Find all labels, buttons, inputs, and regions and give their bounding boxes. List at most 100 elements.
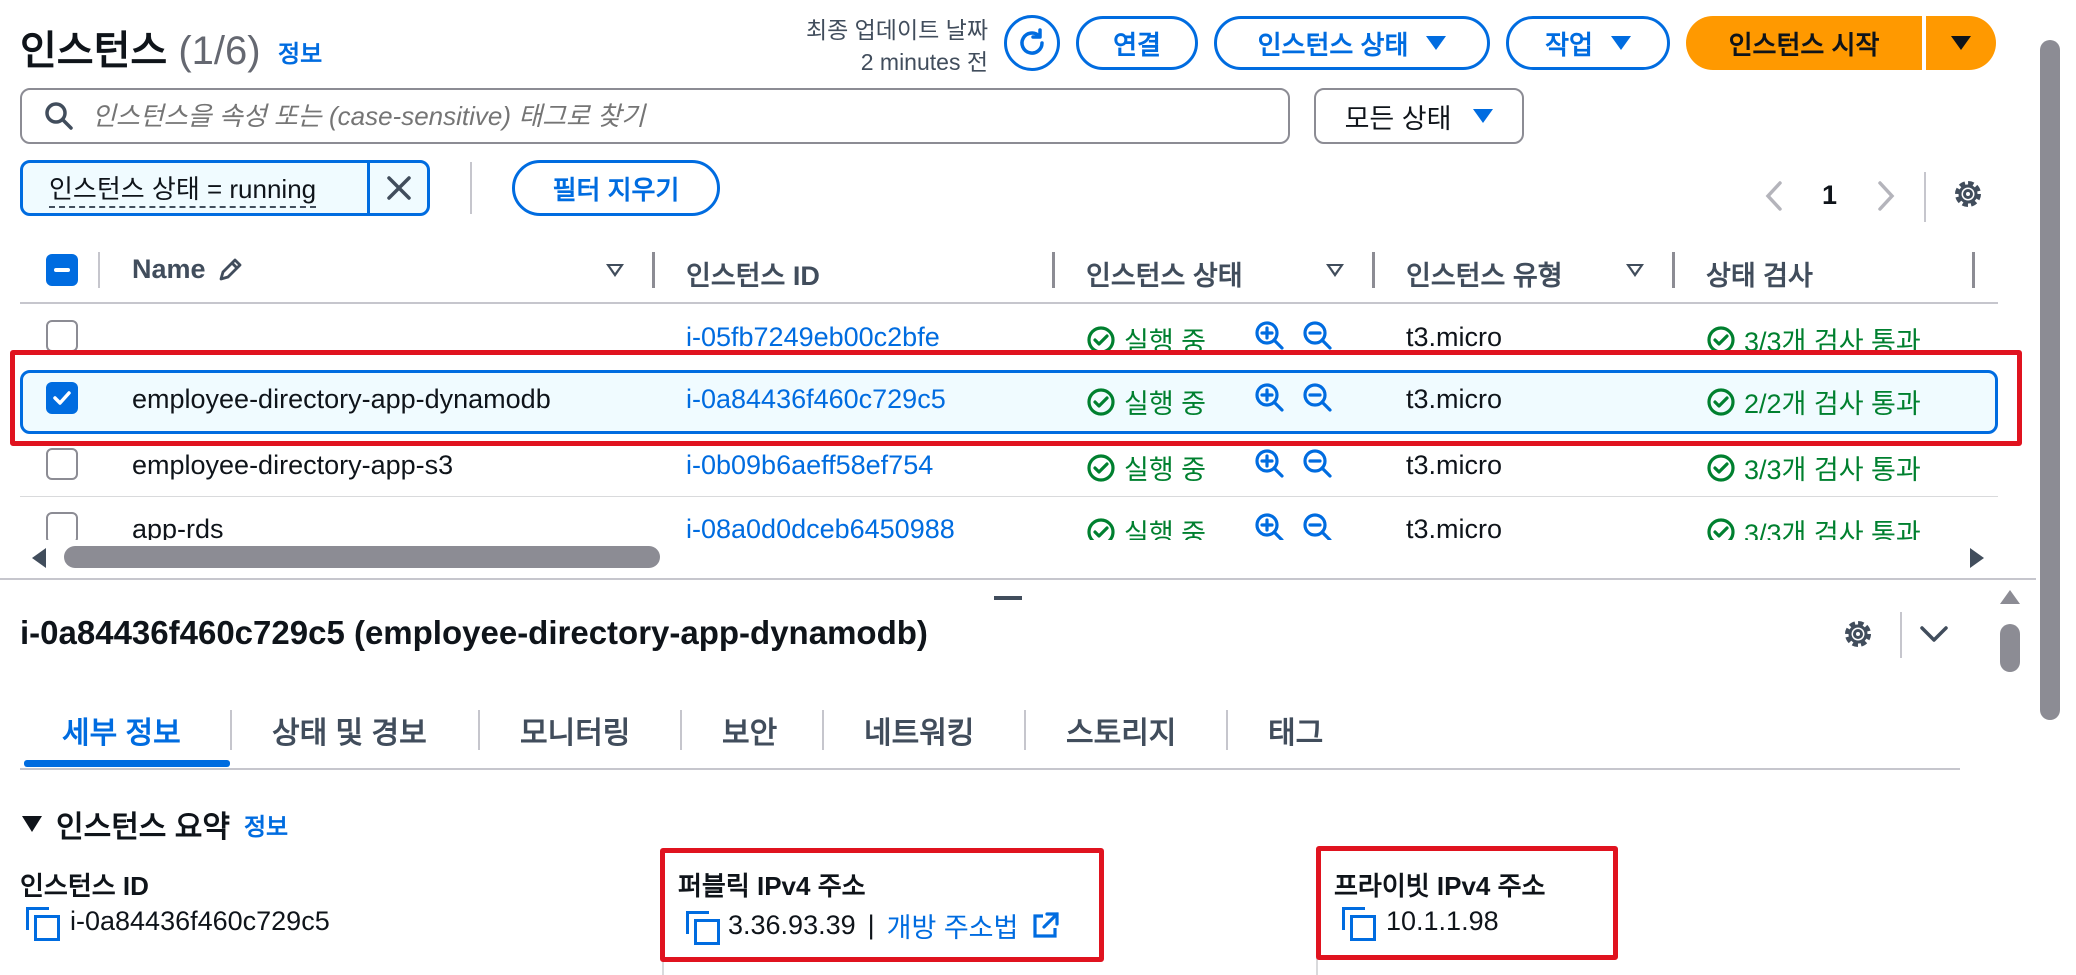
- instance-state: 실행 중: [1086, 448, 1206, 487]
- sort-icon[interactable]: [1326, 264, 1344, 277]
- state-filter-select[interactable]: 모든 상태: [1314, 88, 1524, 144]
- copy-icon[interactable]: [26, 906, 60, 941]
- row-checkbox[interactable]: [46, 512, 78, 540]
- split-panel-handle[interactable]: [994, 596, 1022, 600]
- search-input[interactable]: [92, 100, 1288, 132]
- panel-vertical-scrollbar-thumb[interactable]: [2000, 624, 2020, 672]
- tab-storage[interactable]: 스토리지: [1066, 708, 1176, 752]
- column-separator: [98, 252, 100, 288]
- panel-scroll-up-arrow[interactable]: [2000, 590, 2020, 604]
- tab-security[interactable]: 보안: [722, 708, 777, 752]
- section-heading[interactable]: 인스턴스 요약 정보: [22, 802, 288, 846]
- check-circle-icon: [1087, 517, 1115, 540]
- column-separator: [1972, 252, 1975, 288]
- tab-separator: [822, 710, 824, 750]
- instance-id-link[interactable]: i-05fb7249eb00c2bfe: [686, 322, 940, 353]
- zoom-out-icon[interactable]: [1302, 320, 1334, 352]
- column-separator: [1372, 252, 1375, 288]
- refresh-button[interactable]: [1004, 15, 1060, 71]
- instance-type: t3.micro: [1406, 450, 1503, 480]
- split-panel-divider[interactable]: [0, 578, 2036, 580]
- page-vertical-scrollbar-thumb[interactable]: [2040, 40, 2060, 720]
- panel-header-divider: [1900, 612, 1902, 658]
- column-header-name[interactable]: Name: [132, 254, 244, 285]
- connect-button-label: 연결: [1113, 29, 1161, 60]
- tab-tags[interactable]: 태그: [1268, 708, 1323, 752]
- last-updated: 최종 업데이트 날짜 2 minutes 전: [688, 14, 988, 78]
- clear-filters-button[interactable]: 필터 지우기: [512, 160, 720, 216]
- remove-filter-button[interactable]: [367, 163, 427, 213]
- instance-name: employee-directory-app-s3: [132, 450, 454, 480]
- tab-separator: [1226, 710, 1228, 750]
- highlight-box-public-ip: [660, 848, 1104, 962]
- last-updated-value: 2 minutes 전: [860, 49, 988, 75]
- caret-expanded-icon: [22, 816, 42, 832]
- row-checkbox[interactable]: [46, 320, 78, 352]
- search-box[interactable]: [20, 88, 1290, 144]
- settings-gear-icon[interactable]: [1950, 176, 1986, 212]
- horizontal-scrollbar-thumb[interactable]: [64, 546, 660, 568]
- check-circle-icon: [1707, 453, 1735, 482]
- instance-state-button-label: 인스턴스 상태: [1257, 29, 1409, 60]
- filter-token-label: 인스턴스 상태 = running: [49, 169, 317, 208]
- column-header-name-label: Name: [132, 254, 206, 284]
- section-info-link[interactable]: 정보: [244, 807, 288, 842]
- column-header-status-check[interactable]: 상태 검사: [1706, 254, 1813, 293]
- previous-page-icon[interactable]: [1764, 180, 1784, 212]
- zoom-out-icon[interactable]: [1302, 512, 1334, 540]
- page-number[interactable]: 1: [1822, 180, 1837, 211]
- tab-status-alarms[interactable]: 상태 및 경보: [272, 708, 427, 752]
- header-divider: [20, 302, 1998, 304]
- clear-filters-button-label: 필터 지우기: [552, 174, 680, 205]
- column-header-instance-state[interactable]: 인스턴스 상태: [1086, 254, 1243, 293]
- chevron-down-icon[interactable]: [1918, 622, 1950, 646]
- filter-token-label-wrap[interactable]: 인스턴스 상태 = running: [23, 163, 367, 213]
- actions-button-label: 작업: [1545, 29, 1593, 60]
- scroll-right-arrow[interactable]: [1970, 548, 1984, 568]
- launch-options-button[interactable]: [1926, 16, 1996, 70]
- next-page-icon[interactable]: [1876, 180, 1896, 212]
- tab-separator: [1024, 710, 1026, 750]
- select-all-checkbox[interactable]: [46, 254, 78, 286]
- instance-id-link[interactable]: i-0b09b6aeff58ef754: [686, 450, 933, 481]
- tab-separator: [680, 710, 682, 750]
- instance-id-link[interactable]: i-08a0d0dceb6450988: [686, 514, 955, 540]
- tab-monitoring[interactable]: 모니터링: [520, 708, 630, 752]
- column-header-instance-id[interactable]: 인스턴스 ID: [686, 254, 820, 293]
- page-title: 인스턴스 (1/6): [20, 18, 261, 76]
- scroll-left-arrow[interactable]: [32, 548, 46, 568]
- tab-separator: [478, 710, 480, 750]
- section-title: 인스턴스 요약: [56, 811, 230, 844]
- table-row-clip: app-rds i-08a0d0dceb6450988 실행 중 t3.micr…: [0, 498, 2020, 540]
- detail-title: i-0a84436f460c729c5 (employee-directory-…: [20, 614, 928, 651]
- zoom-in-icon[interactable]: [1254, 320, 1286, 352]
- zoom-in-icon[interactable]: [1254, 512, 1286, 540]
- launch-instance-button-label: 인스턴스 시작: [1728, 29, 1880, 60]
- actions-button[interactable]: 작업: [1506, 16, 1670, 70]
- panel-settings-gear-icon[interactable]: [1840, 616, 1876, 652]
- zoom-in-icon[interactable]: [1254, 448, 1286, 480]
- page-title-text: 인스턴스: [20, 29, 168, 73]
- info-link[interactable]: 정보: [278, 34, 322, 69]
- last-updated-label: 최종 업데이트 날짜: [805, 17, 988, 43]
- highlight-box-selected-row: [10, 350, 2022, 446]
- edit-pencil-icon: [219, 258, 241, 280]
- instance-type: t3.micro: [1406, 322, 1503, 352]
- launch-instance-button[interactable]: 인스턴스 시작: [1686, 16, 1922, 70]
- active-tab-indicator: [24, 760, 230, 767]
- column-divider: [1316, 958, 1318, 975]
- tab-networking[interactable]: 네트워킹: [864, 708, 974, 752]
- instance-state-button[interactable]: 인스턴스 상태: [1214, 16, 1490, 70]
- instance-state-label: 실행 중: [1124, 519, 1207, 540]
- highlight-box-private-ip: [1316, 846, 1618, 960]
- row-checkbox[interactable]: [46, 448, 78, 480]
- status-check: 3/3개 검사 통과: [1706, 448, 1921, 487]
- tab-details[interactable]: 세부 정보: [62, 708, 181, 752]
- column-header-instance-type[interactable]: 인스턴스 유형: [1406, 254, 1563, 293]
- sort-icon[interactable]: [1626, 264, 1644, 277]
- sort-icon[interactable]: [606, 264, 624, 277]
- instance-id-label: 인스턴스 ID: [20, 871, 149, 901]
- zoom-out-icon[interactable]: [1302, 448, 1334, 480]
- connect-button[interactable]: 연결: [1076, 16, 1198, 70]
- instance-id-value: i-0a84436f460c729c5: [26, 906, 330, 941]
